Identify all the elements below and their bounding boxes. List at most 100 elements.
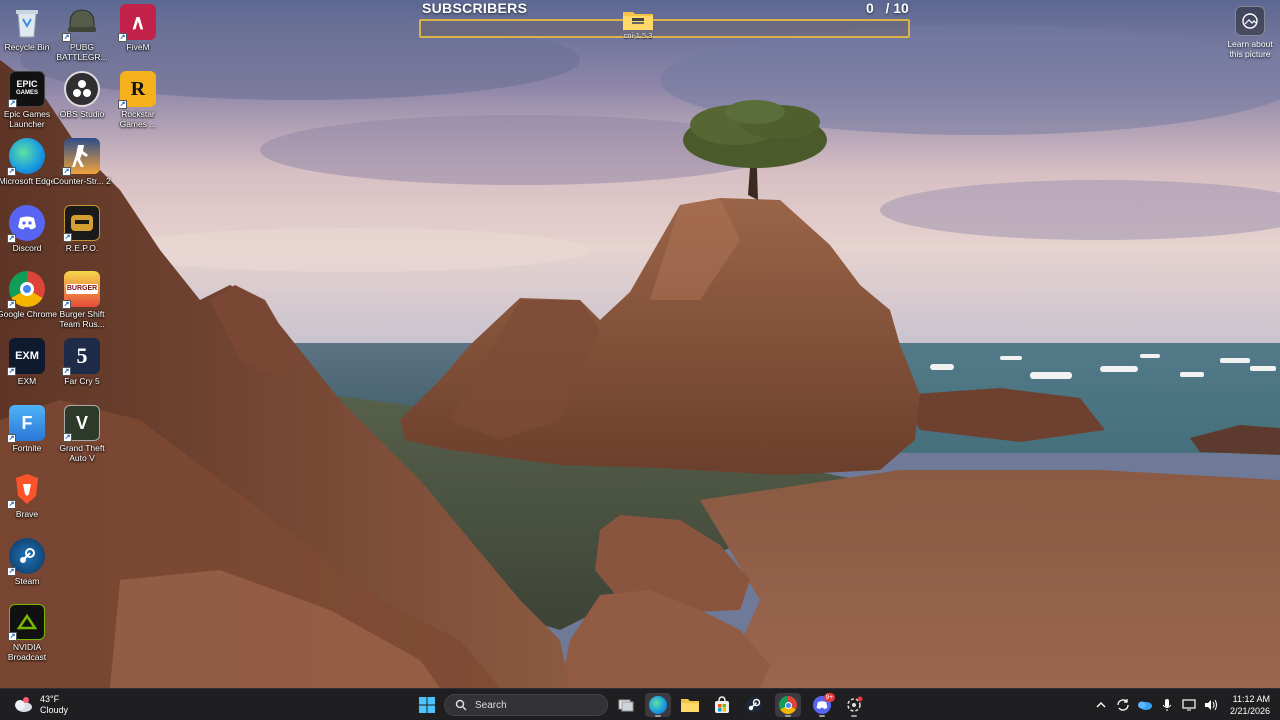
- shortcut-arrow-icon: ↗: [8, 99, 17, 108]
- shortcut-arrow-icon: ↗: [8, 632, 17, 641]
- desktop-icon-repo[interactable]: ↗ R.E.P.O.: [55, 205, 109, 267]
- taskbar-clock[interactable]: 11:12 AM 2/21/2026: [1230, 693, 1270, 717]
- search-icon: [455, 699, 467, 711]
- desktop-icon-fivem[interactable]: ∧ ↗ FiveM: [111, 4, 165, 66]
- network-icon: [1182, 699, 1196, 711]
- counter-strike-icon: ↗: [62, 138, 100, 176]
- discord-icon: ↗: [7, 205, 45, 243]
- weather-widget[interactable]: 43°F Cloudy: [12, 692, 68, 718]
- tray-microphone[interactable]: [1156, 694, 1178, 716]
- cloud-sync-icon: [1137, 701, 1152, 710]
- edge-icon: [649, 696, 667, 714]
- desktop-icon-label: Counter-Str... 2: [53, 176, 111, 186]
- desktop-icon-discord[interactable]: ↗ Discord: [0, 205, 54, 267]
- start-button[interactable]: [414, 693, 440, 717]
- exm-icon: EXM ↗: [7, 338, 45, 376]
- running-indicator: [785, 715, 791, 717]
- desktop-folder[interactable]: cni-1.5.3: [621, 9, 655, 45]
- shortcut-arrow-icon: ↗: [63, 433, 72, 442]
- running-indicator: [851, 715, 857, 717]
- shortcut-arrow-icon: ↗: [118, 100, 127, 109]
- shortcut-arrow-icon: ↗: [62, 300, 71, 309]
- shortcut-arrow-icon: ↗: [7, 567, 16, 576]
- taskbar-search[interactable]: Search: [444, 694, 608, 716]
- task-view-icon: [618, 699, 634, 712]
- steam-icon: [746, 697, 762, 713]
- shortcut-arrow-icon: ↗: [7, 234, 16, 243]
- desktop-icon-label: Google Chrome: [0, 309, 58, 319]
- desktop-icon-rockstar-games[interactable]: R ↗ Rockstar Games ...: [111, 71, 165, 133]
- tray-onedrive[interactable]: [1134, 694, 1156, 716]
- shortcut-arrow-icon: ↗: [62, 367, 71, 376]
- desktop-icon-exm[interactable]: EXM ↗ EXM: [0, 338, 54, 400]
- taskbar-discord[interactable]: 9+: [809, 693, 835, 717]
- far-cry-icon: 5 ↗: [62, 338, 100, 376]
- desktop-icon-pubg[interactable]: ↗ PUBG BATTLEGR...: [55, 4, 109, 66]
- shortcut-arrow-icon: ↗: [7, 167, 16, 176]
- desktop-icon-label: PUBG BATTLEGR...: [56, 42, 108, 62]
- weather-temp: 43°F: [40, 694, 60, 704]
- taskbar-steam[interactable]: [741, 693, 767, 717]
- shortcut-arrow-icon: ↗: [7, 434, 16, 443]
- desktop-icon-gta-v[interactable]: V ↗ Grand Theft Auto V: [55, 405, 109, 467]
- task-view-button[interactable]: [613, 693, 639, 717]
- desktop-wallpaper: [0, 0, 1280, 688]
- taskbar-edge[interactable]: [645, 693, 671, 717]
- running-indicator: [655, 715, 661, 717]
- show-hidden-icons-button[interactable]: [1090, 694, 1112, 716]
- desktop-icon-counter-strike[interactable]: ↗ Counter-Str... 2: [53, 138, 111, 200]
- desktop-icon-label: Fortnite: [12, 443, 42, 453]
- desktop-icon-microsoft-edge[interactable]: ↗ Microsoft Edge: [0, 138, 55, 200]
- shortcut-arrow-icon: ↗: [7, 500, 16, 509]
- chevron-up-icon: [1096, 702, 1106, 708]
- subscribers-goal: 10: [893, 0, 909, 16]
- taskbar: 43°F Cloudy Search 9+ 11:12 AM 2/21/2026: [0, 688, 1280, 720]
- tray-network[interactable]: [1178, 694, 1200, 716]
- desktop-icon-epic-games[interactable]: EPIC GAMES ↗ Epic Games Launcher: [0, 71, 54, 133]
- camera-icon: [1235, 6, 1265, 36]
- desktop-icon-far-cry-5[interactable]: 5 ↗ Far Cry 5: [55, 338, 109, 400]
- desktop-icon-fortnite[interactable]: F ↗ Fortnite: [0, 405, 54, 467]
- desktop-icon-nvidia-broadcast[interactable]: ↗ NVIDIA Broadcast: [0, 604, 54, 666]
- sync-icon: [1117, 699, 1129, 711]
- desktop-icon-label: NVIDIA Broadcast: [7, 642, 47, 662]
- folder-icon: [622, 9, 654, 31]
- folder-icon: [681, 699, 699, 712]
- system-tray: 11:12 AM 2/21/2026: [1090, 689, 1280, 720]
- desktop-icon-label: Discord: [12, 243, 42, 253]
- subscribers-counter: 0 / 10: [866, 0, 909, 16]
- taskbar-store[interactable]: [709, 693, 735, 717]
- desktop-icon-label: Recycle Bin: [4, 42, 50, 52]
- running-indicator: [819, 715, 825, 717]
- volume-icon: [1204, 699, 1217, 711]
- taskbar-file-explorer[interactable]: [677, 693, 703, 717]
- desktop-icon-label: OBS Studio: [59, 109, 105, 119]
- nvidia-broadcast-icon: ↗: [8, 604, 45, 641]
- desktop-icon-label: Far Cry 5: [64, 376, 100, 386]
- learn-about-picture[interactable]: Learn about this picture: [1222, 6, 1278, 59]
- microphone-icon: [1162, 699, 1172, 711]
- desktop-icon-obs-studio[interactable]: OBS Studio: [55, 71, 109, 133]
- gear-icon: [847, 696, 863, 712]
- store-icon: [715, 696, 729, 713]
- burger-shift-icon: BURGER ↗: [62, 271, 100, 309]
- taskbar-chrome[interactable]: [775, 693, 801, 717]
- desktop-icon-steam[interactable]: ↗ Steam: [0, 538, 54, 600]
- clock-time: 11:12 AM: [1232, 694, 1270, 704]
- discord-notification-badge: 9+: [823, 693, 835, 702]
- tray-sync[interactable]: [1112, 694, 1134, 716]
- shortcut-arrow-icon: ↗: [118, 33, 127, 42]
- taskbar-app-unknown[interactable]: [841, 693, 867, 717]
- tray-volume[interactable]: [1200, 694, 1222, 716]
- epic-games-icon: EPIC GAMES ↗: [8, 71, 45, 108]
- desktop-icon-brave[interactable]: ↗ Brave: [0, 471, 54, 533]
- desktop-icon-label: Rockstar Games ...: [119, 109, 157, 129]
- gta-icon: V ↗: [63, 405, 100, 442]
- desktop-icon-google-chrome[interactable]: ↗ Google Chrome: [0, 271, 58, 333]
- shortcut-arrow-icon: ↗: [62, 33, 71, 42]
- desktop-icon-label: EXM: [17, 376, 37, 386]
- windows-icon: [419, 697, 435, 713]
- desktop-icon-label: Brave: [15, 509, 39, 519]
- desktop-icon-burger-shift[interactable]: BURGER ↗ Burger Shift Team Rus...: [55, 271, 109, 333]
- desktop-icon-recycle-bin[interactable]: Recycle Bin: [0, 4, 54, 66]
